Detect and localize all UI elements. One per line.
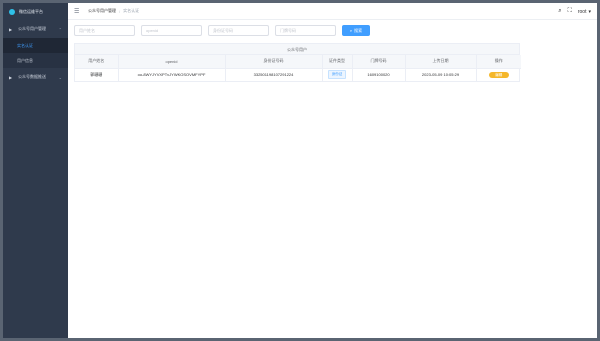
fullscreen-icon[interactable]: ⛶ (568, 8, 572, 15)
search-icon[interactable]: ⌕ (558, 8, 561, 15)
chevron-down-icon: ⌄ (58, 75, 62, 80)
top-bar: ☰ 公众号用户管理 / 实名认证 ⌕ ⛶ root ▾ (68, 3, 597, 20)
menu-toggle-icon[interactable]: ☰ (74, 8, 80, 15)
cell-door-number: 1609100020 (352, 68, 406, 81)
name-input[interactable] (74, 25, 135, 36)
user-table: 公众号用户 用户姓名 openid 身份证号码 证件类型 门牌号码 上传日期 操… (74, 43, 521, 82)
bookmark-icon: ▶ (9, 26, 13, 32)
menu-group-label: 公众号用户管理 (18, 26, 46, 31)
column-header: 用户姓名 (75, 55, 119, 69)
column-header: 身份证号码 (225, 55, 323, 69)
table-row: 郭珊珊 oo-8WYJYVXPTvJYWKOSOVMFYPF 332501198… (75, 68, 521, 81)
cell-upload-date: 2023-05-09 10:05:29 (405, 68, 477, 81)
sidebar: 微信运维平台 ▶ 公众号用户管理 ⌃ 实名认证 用户信息 ▶ 公众号数据推送 ⌄ (3, 3, 68, 338)
column-header: 门牌号码 (352, 55, 406, 69)
brand-title: 微信运维平台 (19, 8, 43, 14)
search-button[interactable]: ⌕ 搜索 (342, 25, 370, 36)
user-menu[interactable]: root ▾ (578, 9, 591, 15)
column-header: openid (118, 55, 226, 69)
cell-name: 郭珊珊 (75, 68, 119, 81)
column-header: 操作 (476, 55, 521, 69)
breadcrumb-item-current: 实名认证 (123, 8, 140, 13)
cell-openid: oo-8WYJYVXPTvJYWKOSOVMFYPF (118, 68, 226, 81)
column-header: 上传日期 (405, 55, 477, 69)
breadcrumb-item[interactable]: 公众号用户管理 (88, 8, 116, 14)
search-button-label: 搜索 (354, 27, 363, 33)
table-caption: 公众号用户 (75, 44, 519, 55)
main-content: ⌕ 搜索 公众号用户 用户姓名 openid 身份证号码 证件类型 门牌号码 上… (68, 21, 597, 338)
chevron-down-icon: ▾ (588, 8, 591, 15)
logo-icon (9, 8, 15, 15)
id-type-tag: 身份证 (327, 70, 347, 80)
edit-button[interactable]: 编辑 (488, 71, 509, 78)
menu-group-user-management[interactable]: ▶ 公众号用户管理 ⌃ (3, 20, 68, 38)
brand[interactable]: 微信运维平台 (3, 3, 68, 20)
openid-input[interactable] (141, 25, 202, 36)
breadcrumb-separator: / (119, 8, 121, 14)
menu-group-label: 公众号数据推送 (18, 74, 46, 79)
door-number-input[interactable] (275, 25, 336, 36)
column-header: 证件类型 (322, 55, 353, 69)
chevron-up-icon: ⌃ (58, 27, 62, 32)
table-header-row: 用户姓名 openid 身份证号码 证件类型 门牌号码 上传日期 操作 (75, 55, 521, 69)
cell-operation: 编辑 (476, 68, 521, 81)
filter-bar: ⌕ 搜索 (74, 25, 370, 36)
idcard-input[interactable] (208, 25, 269, 36)
sidebar-item-real-name-auth[interactable]: 实名认证 (3, 38, 68, 53)
menu-group-data-push[interactable]: ▶ 公众号数据推送 ⌄ (3, 68, 68, 86)
username: root (577, 8, 587, 15)
cell-id-type: 身份证 (322, 68, 353, 81)
search-icon: ⌕ (349, 28, 353, 33)
sidebar-item-user-info[interactable]: 用户信息 (3, 53, 68, 68)
cell-idcard: 332501198107291224 (225, 68, 323, 81)
bookmark-icon: ▶ (9, 74, 13, 80)
top-right-tools: ⌕ ⛶ root ▾ (558, 3, 591, 20)
